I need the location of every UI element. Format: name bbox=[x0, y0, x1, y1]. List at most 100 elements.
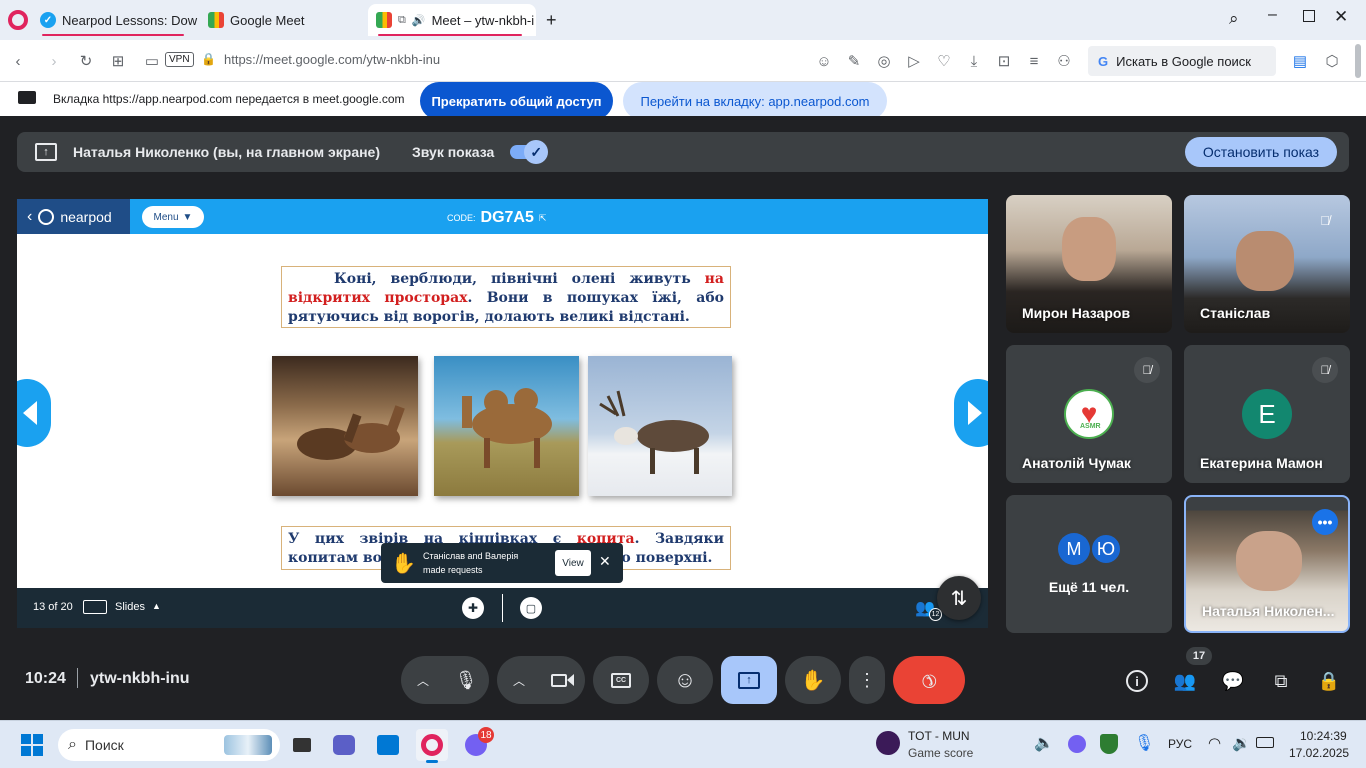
heart-icon[interactable]: ♡ bbox=[932, 49, 956, 73]
participant-tile[interactable]: 🎙̸ ♥ ASMR Анатолій Чумак bbox=[1006, 345, 1172, 483]
chat-icon[interactable]: 💬 bbox=[1218, 666, 1248, 696]
google-search-field[interactable]: G Искать в Google поиск bbox=[1088, 46, 1276, 76]
teams-icon[interactable] bbox=[328, 729, 360, 761]
volume-icon[interactable]: 🔉 bbox=[1232, 734, 1251, 752]
raise-hand-button[interactable]: ✋ bbox=[785, 656, 841, 704]
stop-sharing-button[interactable]: Прекратить общий доступ bbox=[420, 82, 613, 120]
play-icon[interactable]: ▷ bbox=[902, 49, 926, 73]
tab-label: Nearpod Lessons: Downlo bbox=[62, 12, 198, 28]
minimize-icon[interactable]: – bbox=[1268, 6, 1277, 24]
tab-nearpod[interactable]: ✓ Nearpod Lessons: Downlo bbox=[32, 4, 198, 36]
people-icon[interactable]: 👥 bbox=[1170, 666, 1200, 696]
participant-tile[interactable]: Мирон Назаров bbox=[1006, 195, 1172, 333]
next-slide-button[interactable] bbox=[954, 379, 988, 447]
external-link-icon[interactable]: ⇱ bbox=[539, 213, 547, 224]
reactions-button[interactable]: ☺ bbox=[657, 656, 713, 704]
game-subtitle: Game score bbox=[908, 746, 974, 760]
windows-logo bbox=[21, 734, 43, 756]
maximize-icon[interactable] bbox=[1303, 10, 1315, 22]
store-icon[interactable] bbox=[372, 729, 404, 761]
reload-icon[interactable]: ↻ bbox=[74, 49, 98, 73]
nearpod-logo[interactable]: ‹ nearpod bbox=[17, 199, 130, 234]
camera-icon[interactable]: ▭ bbox=[140, 49, 164, 73]
search-tabs-icon[interactable]: ⌕ bbox=[1229, 9, 1239, 29]
viber-tray-icon[interactable] bbox=[1068, 735, 1086, 753]
puzzle-icon[interactable]: ✚ bbox=[462, 597, 484, 619]
leave-call-button[interactable]: ✆ bbox=[893, 656, 965, 704]
switch-tab-button[interactable]: Перейти на вкладку: app.nearpod.com bbox=[623, 82, 887, 120]
edit-icon[interactable]: ✎ bbox=[842, 49, 866, 73]
opera-logo-icon[interactable] bbox=[8, 10, 28, 30]
camel-photo bbox=[434, 356, 579, 496]
horses-drawing bbox=[297, 405, 405, 460]
activities-icon[interactable]: ⧉ bbox=[1266, 666, 1296, 696]
prev-slide-button[interactable] bbox=[17, 379, 51, 447]
host-controls-icon[interactable]: 🔒 bbox=[1314, 666, 1344, 696]
tab-meet-active[interactable]: ⧉ 🔊 Meet – ytw-nkbh-i bbox=[368, 4, 536, 36]
present-button[interactable]: ↑ bbox=[721, 656, 777, 704]
wifi-icon[interactable]: ◠ bbox=[1208, 734, 1221, 752]
slides-label[interactable]: Slides bbox=[115, 601, 145, 613]
url-field[interactable]: https://meet.google.com/ytw-nkbh-inu bbox=[224, 52, 440, 67]
download-icon[interactable]: ⤓ bbox=[962, 49, 986, 73]
sidebar-icon[interactable]: ▤ bbox=[1288, 49, 1312, 73]
vpn-badge[interactable]: VPN bbox=[165, 52, 194, 67]
cube-icon[interactable]: ⬡ bbox=[1320, 49, 1344, 73]
more-options-icon[interactable]: ••• bbox=[1312, 509, 1338, 535]
grid-icon[interactable]: ⊞ bbox=[106, 49, 130, 73]
speaker-alert-icon[interactable]: 🔈 bbox=[1034, 733, 1054, 753]
close-window-icon[interactable]: ✕ bbox=[1334, 7, 1348, 27]
back-chevron-icon: ‹ bbox=[27, 207, 33, 225]
more-vert-icon: ⋮ bbox=[858, 669, 876, 690]
back-icon[interactable]: ‹ bbox=[6, 49, 30, 73]
avatar: ♥ ASMR bbox=[1064, 389, 1114, 439]
clock-date[interactable]: 17.02.2025 bbox=[1289, 746, 1349, 760]
emoji-icon[interactable]: ☺ bbox=[812, 49, 836, 73]
game-title[interactable]: TOT - MUN bbox=[908, 729, 970, 743]
self-tile[interactable]: ••• Наталья Николен... bbox=[1184, 495, 1350, 633]
clock-time[interactable]: 10:24:39 bbox=[1300, 729, 1347, 743]
info-icon[interactable]: i bbox=[1122, 666, 1152, 696]
bookmark-icon[interactable]: ▢ bbox=[520, 597, 542, 619]
slides-icon[interactable] bbox=[83, 600, 107, 614]
extension-icon[interactable]: ⊡ bbox=[992, 49, 1016, 73]
toast-line2: made requests bbox=[423, 565, 483, 575]
camera-options-icon[interactable]: ︿ bbox=[513, 672, 525, 689]
windows-start-icon[interactable] bbox=[16, 729, 48, 761]
swap-layout-icon[interactable]: ⇅ bbox=[937, 576, 981, 620]
toast-view-button[interactable]: View bbox=[555, 550, 591, 576]
nearpod-menu-button[interactable]: Menu ▼ bbox=[142, 206, 204, 228]
taskbar-search[interactable]: ⌕ Поиск bbox=[58, 729, 280, 761]
premier-league-icon[interactable] bbox=[876, 731, 900, 755]
sharing-notice-bar: Вкладка https://app.nearpod.com передает… bbox=[0, 82, 1366, 120]
participant-tile[interactable]: 🎙̸ Е Екатерина Мамон bbox=[1184, 345, 1350, 483]
captions-button[interactable]: CC bbox=[593, 656, 649, 704]
mic-options-icon[interactable]: ︿ bbox=[417, 672, 429, 689]
menu-lines-icon[interactable]: ≡ bbox=[1022, 49, 1046, 73]
language-indicator[interactable]: РУС bbox=[1168, 737, 1192, 751]
security-icon[interactable] bbox=[1100, 734, 1118, 754]
stop-presenting-button[interactable]: Остановить показ bbox=[1185, 137, 1337, 167]
windows-logo-part bbox=[33, 746, 43, 756]
tab-indicator bbox=[378, 34, 522, 36]
new-tab-icon[interactable]: + bbox=[546, 10, 557, 31]
camera-icon[interactable] bbox=[539, 656, 585, 704]
more-options-button[interactable]: ⋮ bbox=[849, 656, 885, 704]
profile-icon[interactable]: ⚇ bbox=[1052, 49, 1076, 73]
battery-icon[interactable] bbox=[1256, 737, 1274, 748]
task-view-glyph bbox=[293, 738, 311, 752]
viber-icon[interactable]: 18 bbox=[460, 727, 494, 761]
tab-google-meet[interactable]: Google Meet bbox=[200, 4, 366, 36]
task-view-icon[interactable] bbox=[286, 729, 318, 761]
share-audio-toggle[interactable]: ✓ bbox=[510, 140, 549, 164]
mic-icon[interactable]: 🎙 bbox=[443, 656, 489, 704]
participant-tile[interactable]: 🎙̸ Станіслав bbox=[1184, 195, 1350, 333]
opera-taskbar-icon[interactable] bbox=[416, 729, 448, 763]
more-participants-tile[interactable]: М Ю Ещё 11 чел. bbox=[1006, 495, 1172, 633]
caret-up-icon[interactable]: ▲ bbox=[152, 601, 161, 611]
mic-tray-icon[interactable]: 🎙 bbox=[1134, 733, 1154, 753]
scrollbar[interactable] bbox=[1355, 44, 1361, 78]
snapshot-icon[interactable]: ◎ bbox=[872, 49, 896, 73]
forward-icon[interactable]: › bbox=[42, 49, 66, 73]
toast-close-icon[interactable]: ✕ bbox=[599, 553, 611, 570]
